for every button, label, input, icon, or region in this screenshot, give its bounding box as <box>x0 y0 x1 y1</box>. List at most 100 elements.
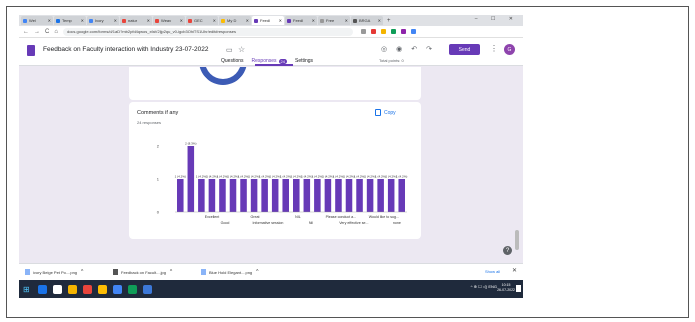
tab-close-icon[interactable]: ✕ <box>312 18 315 23</box>
tab-close-icon[interactable]: ✕ <box>378 18 381 23</box>
browser-tab[interactable]: Wel ✕ <box>21 16 53 25</box>
browser-tab[interactable]: My D ✕ <box>219 16 251 25</box>
chart-bar[interactable] <box>198 179 205 212</box>
tab-close-icon[interactable]: ✕ <box>213 18 216 23</box>
taskbar-app-icon[interactable] <box>98 284 107 294</box>
chart-bar[interactable] <box>387 179 395 212</box>
form-title[interactable]: Feedback on Faculty interaction with Ind… <box>43 46 208 53</box>
download-menu-chevron-icon[interactable]: ^ <box>81 269 83 275</box>
tab-close-icon[interactable]: ✕ <box>147 18 150 23</box>
window-controls[interactable]: – ☐ ✕ <box>475 16 519 22</box>
folder-icon[interactable]: ▭ <box>226 46 233 54</box>
chart-bar[interactable] <box>377 179 384 212</box>
home-icon[interactable]: ⌂ <box>54 29 58 35</box>
y-tick-label: 1 <box>157 177 160 182</box>
chart-bar[interactable] <box>345 179 353 212</box>
browser-tab[interactable]: Ivory ✕ <box>87 16 119 25</box>
show-all-downloads-link[interactable]: Show all <box>485 269 500 274</box>
taskbar-app-icon[interactable] <box>38 284 47 294</box>
chart-bar[interactable] <box>240 179 247 212</box>
reload-button[interactable]: C <box>45 29 49 35</box>
browser-tab[interactable]: Feedl ✕ <box>252 16 284 25</box>
undo-icon[interactable]: ↶ <box>411 46 417 53</box>
chart-bar[interactable] <box>335 179 342 212</box>
tab-close-icon[interactable]: ✕ <box>48 18 51 23</box>
chart-bar[interactable] <box>229 179 237 212</box>
chart-bar[interactable] <box>366 179 374 212</box>
back-button[interactable]: ← <box>23 29 29 35</box>
help-icon[interactable]: ? <box>503 246 512 255</box>
browser-tab[interactable]: Free ✕ <box>318 16 350 25</box>
chart-bar[interactable] <box>250 179 258 212</box>
y-tick-label: 0 <box>157 210 160 215</box>
tab-close-icon[interactable]: ✕ <box>81 18 84 23</box>
download-item[interactable]: Blue Hold Elegant....png ^ <box>201 269 285 275</box>
extension-icon[interactable] <box>370 29 376 34</box>
avatar[interactable]: G <box>504 44 515 55</box>
taskbar-app-icon[interactable] <box>113 284 122 294</box>
chart-bar[interactable] <box>271 179 279 212</box>
browser-tab[interactable]: Feedl ✕ <box>285 16 317 25</box>
notification-icon[interactable] <box>516 285 521 292</box>
url-input[interactable]: docs.google.com/forms/d/1aD?mb2pfd4qwos_… <box>62 27 353 36</box>
taskbar-app-icon[interactable] <box>83 284 92 294</box>
google-forms-icon[interactable] <box>27 45 35 56</box>
taskbar-clock[interactable]: 10:15 26-07-2022 <box>497 283 515 293</box>
extension-icon[interactable] <box>410 29 416 34</box>
page-scrollbar[interactable] <box>515 230 519 250</box>
extension-icon[interactable] <box>380 29 386 34</box>
chart-bar[interactable] <box>208 179 216 212</box>
tab-settings-label: Settings <box>294 58 314 64</box>
tab-close-icon[interactable]: ✕ <box>114 18 117 23</box>
star-icon[interactable]: ☆ <box>238 45 245 54</box>
chart-bar[interactable] <box>177 179 184 212</box>
browser-tab[interactable]: GEC ✕ <box>186 16 218 25</box>
palette-icon[interactable]: ◎ <box>381 46 387 53</box>
chart-bar[interactable] <box>314 179 321 212</box>
chart-bar[interactable] <box>324 179 332 212</box>
close-downloads-bar-icon[interactable]: ✕ <box>512 267 517 274</box>
browser-tab[interactable]: natur ✕ <box>120 16 152 25</box>
windows-start-icon[interactable]: ⊞ <box>23 285 32 294</box>
extension-icon[interactable] <box>360 29 366 34</box>
chart-bar[interactable] <box>356 179 363 212</box>
download-item[interactable]: Feedback on Facult....jpg ^ <box>113 269 197 275</box>
system-tray[interactable]: ^ ⊕ ☐ ◁) ENG <box>471 284 497 289</box>
send-button[interactable]: Send <box>449 44 480 55</box>
more-vert-icon[interactable]: ⋮ <box>490 44 498 53</box>
tab-questions[interactable]: Questions <box>221 58 244 64</box>
file-icon <box>201 269 206 275</box>
chart-bar[interactable] <box>261 179 268 212</box>
chart-bar[interactable] <box>398 179 405 212</box>
redo-icon[interactable]: ↷ <box>426 46 432 53</box>
browser-tab[interactable]: Temp ✕ <box>54 16 86 25</box>
chart-bar[interactable] <box>293 179 300 212</box>
tab-close-icon[interactable]: ✕ <box>345 18 348 23</box>
taskbar-app-icon[interactable] <box>68 284 77 294</box>
download-item[interactable]: ivory Beige Pet Po....png ^ <box>25 269 109 275</box>
copy-chart-button[interactable]: Copy <box>375 109 396 116</box>
chart-bar[interactable] <box>219 179 226 212</box>
chart-bar[interactable] <box>282 179 289 212</box>
taskbar-app-icon[interactable] <box>128 284 137 294</box>
taskbar-app-icon[interactable] <box>53 284 62 294</box>
extension-icon[interactable] <box>400 29 406 34</box>
forward-button[interactable]: → <box>34 29 40 35</box>
new-tab-button[interactable]: + <box>387 18 391 24</box>
tab-close-icon[interactable]: ✕ <box>279 18 282 23</box>
chart-bar[interactable] <box>187 146 195 212</box>
taskbar-app-icon[interactable] <box>143 284 152 294</box>
tab-favicon-icon <box>221 18 225 23</box>
download-menu-chevron-icon[interactable]: ^ <box>170 269 172 275</box>
tab-close-icon[interactable]: ✕ <box>180 18 183 23</box>
bar-data-label: 1 (4.2%) <box>396 175 407 179</box>
preview-eye-icon[interactable]: ◉ <box>396 46 402 53</box>
tab-settings[interactable]: Settings <box>295 58 313 64</box>
total-points: Total points: 0 <box>379 58 404 63</box>
chart-bar[interactable] <box>303 179 311 212</box>
download-menu-chevron-icon[interactable]: ^ <box>256 269 258 275</box>
browser-tab[interactable]: BRGA ✕ <box>351 16 383 25</box>
extension-icon[interactable] <box>390 29 396 34</box>
tab-close-icon[interactable]: ✕ <box>246 18 249 23</box>
browser-tab[interactable]: Weav ✕ <box>153 16 185 25</box>
